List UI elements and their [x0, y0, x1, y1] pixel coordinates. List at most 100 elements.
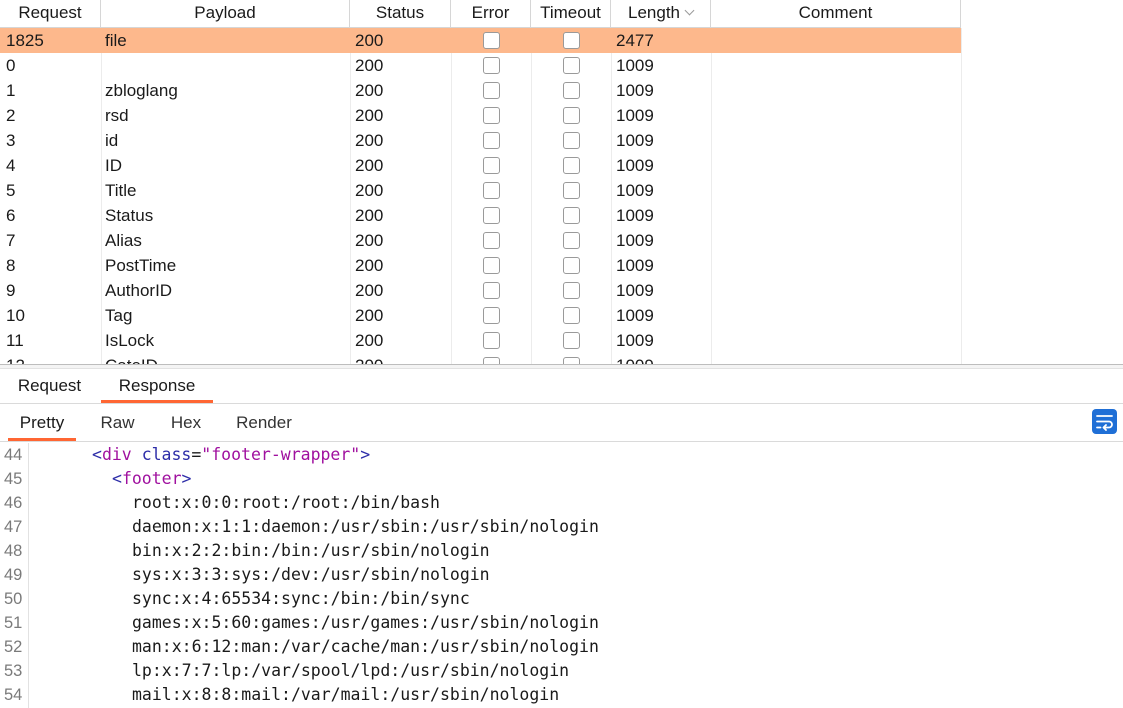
code-token: class [141, 445, 192, 464]
tab-response[interactable]: Response [101, 369, 213, 403]
column-header-length[interactable]: Length [611, 0, 711, 28]
error-checkbox[interactable] [483, 132, 500, 149]
timeout-checkbox[interactable] [563, 257, 580, 274]
timeout-checkbox[interactable] [563, 132, 580, 149]
tab-label: Pretty [19, 413, 65, 432]
cell-status: 200 [355, 156, 384, 175]
error-checkbox[interactable] [483, 257, 500, 274]
code-token: sync:x:4:65534:sync:/bin:/bin/sync [132, 589, 470, 608]
response-body-viewer[interactable]: 44 <div class="footer-wrapper"> 45 <footer>… [0, 443, 1123, 708]
error-checkbox[interactable] [483, 107, 500, 124]
tab-raw[interactable]: Raw [90, 404, 145, 441]
table-row[interactable]: 6 Status 200 1009 [0, 203, 961, 228]
timeout-checkbox[interactable] [563, 107, 580, 124]
code-line: 54 mail:x:8:8:mail:/var/mail:/usr/sbin/no… [0, 683, 1123, 707]
cell-request: 5 [6, 181, 16, 200]
timeout-checkbox[interactable] [563, 307, 580, 324]
table-row[interactable]: 1825 file 200 2477 [0, 28, 961, 53]
cell-request: 11 [6, 331, 24, 350]
error-checkbox[interactable] [483, 157, 500, 174]
line-number: 46 [4, 494, 23, 512]
cell-status: 200 [355, 56, 384, 75]
line-number: 45 [4, 470, 23, 488]
code-text: sys:x:3:3:sys:/dev:/usr/sbin/nologin [132, 563, 490, 587]
cell-request: 1 [6, 81, 16, 100]
cell-length: 1009 [616, 306, 654, 325]
cell-payload: zbloglang [105, 81, 178, 100]
column-header-comment[interactable]: Comment [711, 0, 961, 28]
cell-status: 200 [355, 306, 384, 325]
column-header-request[interactable]: Request [0, 0, 101, 28]
cell-request: 12 [6, 353, 25, 364]
error-checkbox[interactable] [483, 82, 500, 99]
timeout-checkbox[interactable] [563, 282, 580, 299]
code-token: daemon:x:1:1:daemon:/usr/sbin:/usr/sbin/… [132, 517, 599, 536]
timeout-checkbox[interactable] [563, 207, 580, 224]
column-header-payload[interactable]: Payload [101, 0, 350, 28]
code-token: mail:x:8:8:mail:/var/mail:/usr/sbin/nolo… [132, 685, 560, 704]
error-checkbox[interactable] [483, 57, 500, 74]
column-header-status[interactable]: Status [350, 0, 451, 28]
timeout-checkbox[interactable] [563, 357, 580, 364]
column-header-label: Comment [798, 3, 873, 22]
timeout-checkbox[interactable] [563, 32, 580, 49]
code-token: = [191, 445, 202, 464]
sort-descending-icon [684, 5, 695, 16]
line-number: 50 [4, 590, 23, 608]
cell-length: 1009 [616, 56, 654, 75]
error-checkbox[interactable] [483, 307, 500, 324]
code-token: root:x:0:0:root:/root:/bin/bash [132, 493, 440, 512]
cell-status: 200 [355, 353, 383, 364]
error-checkbox[interactable] [483, 182, 500, 199]
table-row[interactable]: 1 zbloglang 200 1009 [0, 78, 961, 103]
error-checkbox[interactable] [483, 357, 500, 364]
table-row[interactable]: 11 IsLock 200 1009 [0, 328, 961, 353]
cell-payload: ID [105, 156, 122, 175]
timeout-checkbox[interactable] [563, 157, 580, 174]
tab-render[interactable]: Render [228, 404, 300, 441]
cell-length: 2477 [616, 31, 654, 50]
table-row[interactable]: 9 AuthorID 200 1009 [0, 278, 961, 303]
error-checkbox[interactable] [483, 332, 500, 349]
error-checkbox[interactable] [483, 32, 500, 49]
cell-length: 1009 [616, 206, 654, 225]
table-row[interactable]: 10 Tag 200 1009 [0, 303, 961, 328]
tab-pretty[interactable]: Pretty [8, 404, 76, 441]
timeout-checkbox[interactable] [563, 182, 580, 199]
timeout-checkbox[interactable] [563, 232, 580, 249]
table-row[interactable]: 4 ID 200 1009 [0, 153, 961, 178]
tab-request[interactable]: Request [7, 369, 92, 403]
timeout-checkbox[interactable] [563, 332, 580, 349]
cell-payload: Status [105, 206, 154, 225]
column-header-label: Request [18, 3, 82, 22]
cell-payload: Tag [105, 306, 133, 325]
table-row[interactable]: 0 200 1009 [0, 53, 961, 78]
table-row[interactable]: 2 rsd 200 1009 [0, 103, 961, 128]
cell-length: 1009 [616, 281, 654, 300]
cell-request: 0 [6, 56, 16, 75]
error-checkbox[interactable] [483, 207, 500, 224]
cell-payload: id [105, 131, 119, 150]
table-row[interactable]: 3 id 200 1009 [0, 128, 961, 153]
tab-hex[interactable]: Hex [160, 404, 212, 441]
column-header-label: Error [471, 3, 510, 22]
code-line: 46 root:x:0:0:root:/root:/bin/bash [0, 491, 1123, 515]
cell-status: 200 [355, 231, 384, 250]
table-row[interactable]: 8 PostTime 200 1009 [0, 253, 961, 278]
error-checkbox[interactable] [483, 232, 500, 249]
error-checkbox[interactable] [483, 282, 500, 299]
cell-status: 200 [355, 106, 384, 125]
cell-status: 200 [355, 256, 384, 275]
table-row[interactable]: 5 Title 200 1009 [0, 178, 961, 203]
code-text: <div class="footer-wrapper"> [92, 443, 370, 467]
cell-request: 4 [6, 156, 16, 175]
timeout-checkbox[interactable] [563, 82, 580, 99]
column-header-error[interactable]: Error [451, 0, 531, 28]
code-token: lp:x:7:7:lp:/var/spool/lpd:/usr/sbin/nol… [132, 661, 570, 680]
word-wrap-button[interactable] [1092, 409, 1117, 434]
column-header-timeout[interactable]: Timeout [531, 0, 611, 28]
timeout-checkbox[interactable] [563, 57, 580, 74]
cell-length: 1009 [616, 81, 654, 100]
table-row[interactable]: 7 Alias 200 1009 [0, 228, 961, 253]
table-row[interactable]: 12 CateID 200 1009 [0, 353, 961, 364]
